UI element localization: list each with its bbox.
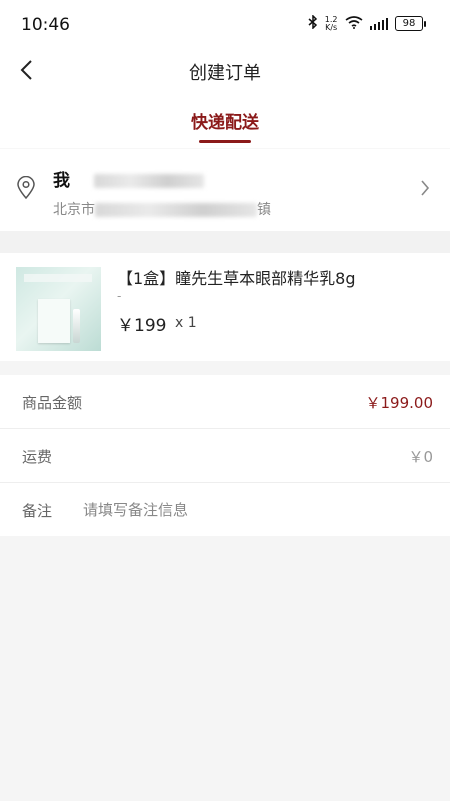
goods-amount-label: 商品金额 — [22, 394, 83, 412]
section-gap — [0, 231, 450, 253]
product-price: ￥199 — [117, 316, 167, 336]
battery-icon: 98 — [395, 16, 426, 31]
redacted-address — [95, 203, 257, 217]
recipient-name: 我 — [53, 166, 204, 191]
remark-label: 备注 — [22, 502, 53, 520]
product-quantity: x 1 — [175, 315, 197, 331]
remark-input[interactable] — [81, 495, 425, 525]
battery-level: 98 — [395, 16, 423, 31]
speed-unit: K/s — [325, 22, 338, 32]
signal-icon — [369, 17, 388, 30]
shipping-fee-value: ￥0 — [408, 448, 433, 466]
location-pin-icon — [15, 175, 37, 204]
bluetooth-icon — [308, 14, 318, 32]
product-item: 【1盒】瞳先生草本眼部精华乳8g - ￥199 x 1 — [0, 253, 450, 361]
product-spec: - — [117, 289, 122, 303]
page-title: 创建订单 — [189, 63, 261, 84]
product-image — [16, 267, 101, 351]
recipient-name-text: 我 — [53, 171, 70, 191]
shipping-fee-row: 运费 ￥0 — [0, 429, 450, 483]
order-summary: 商品金额 ￥199.00 运费 ￥0 备注 — [0, 375, 450, 536]
address-selector[interactable]: 我 北京市 镇 — [0, 148, 450, 231]
goods-amount-row: 商品金额 ￥199.00 — [0, 375, 450, 429]
address-detail-text: 北京市 — [53, 202, 95, 218]
status-time: 10:46 — [21, 15, 70, 35]
remark-row: 备注 — [0, 483, 450, 536]
redacted-phone — [93, 174, 204, 188]
shipping-fee-label: 运费 — [22, 448, 53, 466]
status-bar: 10:46 1.2 K/s 98 — [0, 0, 450, 50]
address-detail-suffix: 镇 — [257, 202, 271, 218]
chevron-right-icon — [420, 179, 430, 201]
goods-amount-value: ￥199.00 — [365, 394, 434, 412]
product-title: 【1盒】瞳先生草本眼部精华乳8g — [117, 269, 356, 288]
tab-active-indicator — [199, 140, 251, 143]
status-icons: 1.2 K/s 98 — [308, 14, 426, 32]
delivery-tabs: 快递配送 — [0, 94, 450, 148]
wifi-icon — [345, 15, 363, 32]
tab-express-delivery[interactable]: 快递配送 — [0, 108, 450, 133]
header: 创建订单 — [0, 50, 450, 94]
address-detail: 北京市 镇 — [53, 199, 271, 219]
network-speed: 1.2 K/s — [325, 15, 338, 32]
